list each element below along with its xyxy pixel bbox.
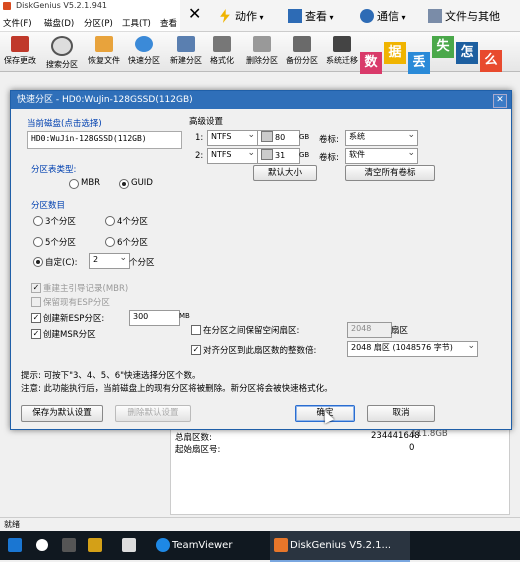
- custom-count-select[interactable]: 2: [89, 252, 130, 269]
- trash-icon: [253, 36, 271, 52]
- phone-icon: [360, 9, 374, 23]
- app-titlebar: DiskGenius V5.2.1.941: [0, 0, 180, 12]
- windows-start-icon[interactable]: [8, 538, 22, 552]
- toolbar-save-button[interactable]: 保存更改: [0, 34, 40, 70]
- volume-label-select-2[interactable]: 软件: [345, 147, 418, 164]
- custom-partitions-radio[interactable]: [33, 257, 43, 267]
- toolbar-new-partition-button[interactable]: 新建分区: [166, 34, 206, 70]
- size-input-2[interactable]: 31: [257, 148, 300, 164]
- fs-select-2[interactable]: NTFS: [207, 147, 258, 164]
- diskgenius-app-icon: [3, 2, 11, 10]
- toolbar-system-migration-button[interactable]: 系统迁移: [322, 34, 362, 70]
- size-input-1[interactable]: 80: [257, 130, 300, 146]
- backup-icon: [293, 36, 311, 52]
- quick-partition-icon: [135, 36, 153, 52]
- table-type-label: 分区表类型:: [31, 165, 77, 175]
- overlay-files[interactable]: 文件与其他: [428, 8, 500, 24]
- reserve-sectors-checkbox[interactable]: [191, 325, 201, 335]
- fs-select-1[interactable]: NTFS: [207, 129, 258, 146]
- overlay-comm[interactable]: 通信 ▾: [360, 8, 406, 24]
- overlay-view[interactable]: 查看 ▾: [288, 8, 334, 24]
- create-esp-checkbox[interactable]: ✓: [31, 313, 41, 323]
- menu-bar: 文件(F) 磁盘(D) 分区(P) 工具(T) 查看: [0, 12, 180, 32]
- toolbar-format-button[interactable]: 格式化: [202, 34, 242, 70]
- keep-esp-checkbox[interactable]: [31, 297, 41, 307]
- create-msr-checkbox[interactable]: ✓: [31, 329, 41, 339]
- tip-text: 提示: 可按下"3、4、5、6"快速选择分区个数。: [21, 371, 201, 381]
- guid-label: GUID: [131, 178, 153, 188]
- toolbar-recover-files-button[interactable]: 恢复文件: [84, 34, 124, 70]
- six-partitions-radio[interactable]: [105, 237, 115, 247]
- monitor-icon: [288, 9, 302, 23]
- advanced-settings-label: 高级设置: [189, 117, 224, 127]
- app-icon[interactable]: [122, 538, 136, 552]
- menu-file[interactable]: 文件(F): [3, 17, 32, 29]
- save-icon: [11, 36, 29, 52]
- rebuild-mbr-checkbox[interactable]: ✓: [31, 283, 41, 293]
- disk-info-panel: 111.8GB 总扇区数: 234441648 起始扇区号: 0: [170, 420, 510, 515]
- overlay-action[interactable]: 动作 ▾: [218, 8, 264, 24]
- toolbar-backup-partition-button[interactable]: 备份分区: [282, 34, 322, 70]
- start-sector-value: 0: [409, 443, 415, 453]
- warning-text: 注意: 此功能执行后，当前磁盘上的现有分区将被删除。新分区将会被快速格式化。: [21, 384, 333, 394]
- quick-partition-dialog: 快速分区 - HD0:WuJin-128GSSD(112GB) ✕ 当前磁盘(点…: [10, 90, 512, 430]
- task-view-icon[interactable]: [62, 538, 76, 552]
- start-sector-label: 起始扇区号:: [175, 445, 221, 455]
- folder-icon: [428, 9, 442, 23]
- default-size-button[interactable]: 默认大小: [253, 165, 317, 181]
- toolbar-delete-partition-button[interactable]: 删除分区: [242, 34, 282, 70]
- sticker-decoration: 数 据 丢 失 怎 么: [360, 36, 520, 76]
- menu-tools[interactable]: 工具(T): [122, 17, 151, 29]
- taskbar-diskgenius[interactable]: DiskGenius V5.2.1...: [270, 531, 410, 562]
- mbr-label: MBR: [81, 178, 101, 188]
- volume-label-select-1[interactable]: 系统: [345, 129, 418, 146]
- save-default-button[interactable]: 保存为默认设置: [21, 405, 103, 422]
- drive-icon: [261, 131, 273, 142]
- toolbar-search-partition-button[interactable]: 搜索分区: [42, 34, 82, 70]
- app-title: DiskGenius V5.2.1.941: [16, 1, 108, 10]
- four-partitions-radio[interactable]: [105, 216, 115, 226]
- total-sectors-value: 234441648: [371, 431, 420, 441]
- close-x-icon[interactable]: ✕: [188, 4, 201, 23]
- file-explorer-icon[interactable]: [88, 538, 102, 552]
- guid-radio[interactable]: [119, 179, 129, 189]
- menu-view[interactable]: 查看: [160, 17, 177, 29]
- dialog-titlebar: 快速分区 - HD0:WuJin-128GSSD(112GB) ✕: [11, 91, 511, 109]
- clear-labels-button[interactable]: 清空所有卷标: [345, 165, 435, 181]
- five-partitions-radio[interactable]: [33, 237, 43, 247]
- menu-partition[interactable]: 分区(P): [84, 17, 113, 29]
- status-bar: 就绪: [0, 517, 520, 531]
- total-sectors-label: 总扇区数:: [175, 433, 212, 443]
- overlay-toolbar: ✕ 动作 ▾ 查看 ▾ 通信 ▾ 文件与其他: [180, 0, 520, 32]
- taskbar-teamviewer[interactable]: TeamViewer: [152, 531, 280, 560]
- drive-icon: [261, 149, 273, 160]
- dialog-title: 快速分区 - HD0:WuJin-128GSSD(112GB): [17, 95, 193, 105]
- partition-count-label: 分区数目: [31, 201, 66, 211]
- esp-size-input[interactable]: 300: [129, 310, 180, 326]
- mbr-radio[interactable]: [69, 179, 79, 189]
- reserve-sectors-input[interactable]: 2048: [347, 322, 392, 338]
- diskgenius-icon: [274, 538, 288, 552]
- taskbar: TeamViewer DiskGenius V5.2.1...: [0, 531, 520, 562]
- format-icon: [213, 36, 231, 52]
- teamviewer-icon: [156, 538, 170, 552]
- three-partitions-radio[interactable]: [33, 216, 43, 226]
- current-disk-label: 当前磁盘(点击选择): [27, 119, 102, 129]
- delete-default-button[interactable]: 删除默认设置: [115, 405, 191, 422]
- migration-icon: [333, 36, 351, 52]
- cancel-button[interactable]: 取消: [367, 405, 435, 422]
- search-icon[interactable]: [36, 539, 48, 551]
- align-partitions-checkbox[interactable]: ✓: [191, 345, 201, 355]
- align-sectors-select[interactable]: 2048 扇区 (1048576 字节): [347, 340, 478, 357]
- lightning-icon: [220, 9, 230, 23]
- toolbar-quick-partition-button[interactable]: 快速分区: [124, 34, 164, 70]
- current-disk-selector[interactable]: HD0:WuJin-128GSSD(112GB): [27, 131, 182, 149]
- magnifier-icon: [51, 36, 73, 56]
- dialog-close-button[interactable]: ✕: [493, 94, 507, 108]
- new-partition-icon: [177, 36, 195, 52]
- recover-icon: [95, 36, 113, 52]
- menu-disk[interactable]: 磁盘(D): [44, 17, 74, 29]
